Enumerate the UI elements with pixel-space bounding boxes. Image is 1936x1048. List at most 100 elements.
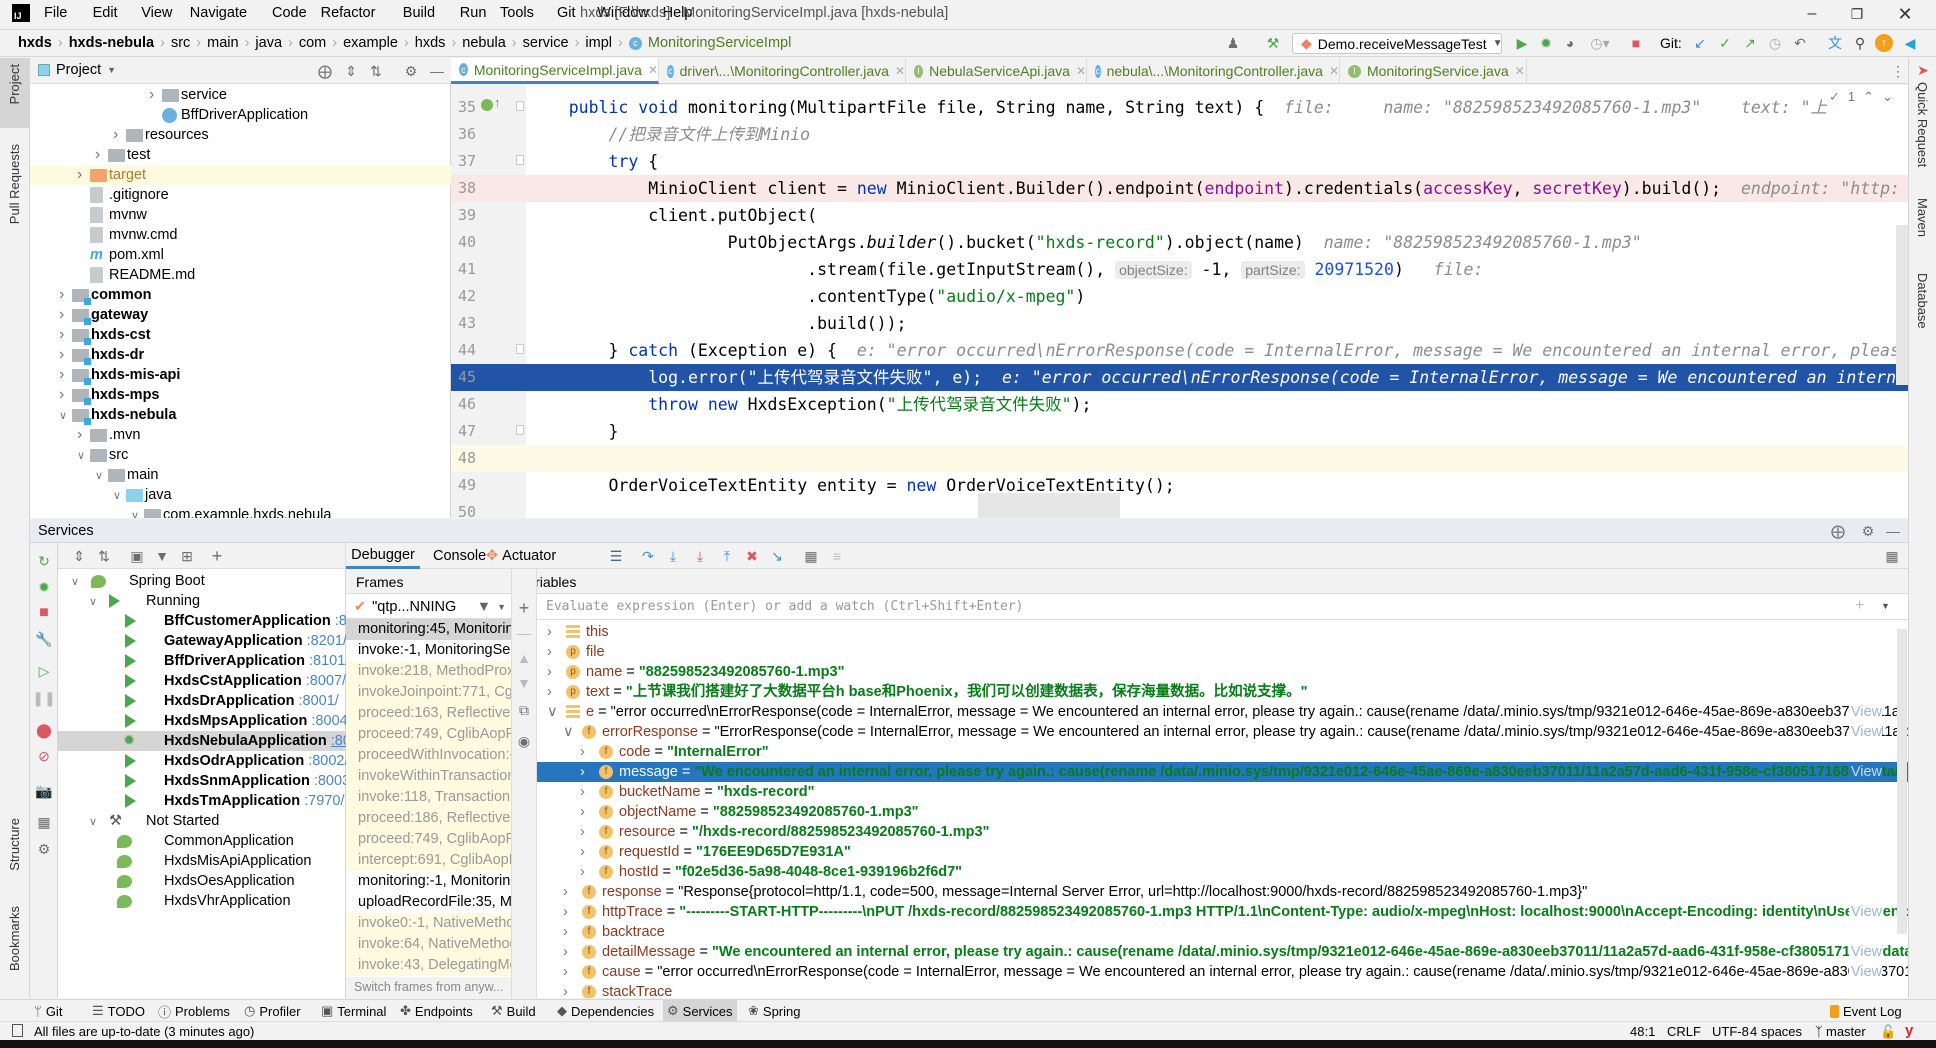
tool-window-todo[interactable]: ☰ TODO	[88, 1000, 149, 1022]
chevron-right-icon[interactable]: ›	[59, 346, 64, 364]
thread-select[interactable]: ✔ "qtp...NNING ▼ ▼	[346, 595, 511, 619]
stack-frame[interactable]: invoke:218, MethodProxy	[346, 661, 511, 682]
step-over-icon[interactable]: ↷	[638, 546, 658, 566]
rollback-icon[interactable]: ↶	[1790, 33, 1810, 53]
editor-tab[interactable]: c driver\...\MonitoringController.java ✕	[659, 58, 906, 84]
project-tree-item[interactable]: ∨ java	[30, 485, 451, 505]
filter-icon[interactable]: ▼	[153, 546, 171, 566]
next-highlight-icon[interactable]: ⌄	[1882, 89, 1893, 105]
chevron-right-icon[interactable]: ›	[580, 822, 585, 842]
close-tab-icon[interactable]: ✕	[895, 64, 905, 78]
new-tab-icon[interactable]: ⊞	[178, 546, 196, 566]
chevron-right-icon[interactable]: ›	[563, 962, 568, 982]
code-line[interactable]: 41 .stream(file.getInputStream(), object…	[451, 256, 1908, 283]
expand-all-icon[interactable]: ⇕	[70, 546, 88, 566]
chevron-down-icon[interactable]: ∨	[71, 575, 79, 588]
code-line[interactable]: 46 throw new HxdsException("上传代驾录音文件失败")…	[451, 391, 1908, 418]
chevron-right-icon[interactable]: ›	[59, 286, 64, 304]
line-number[interactable]: 47	[451, 418, 476, 445]
tab-console[interactable]: Console	[433, 543, 486, 569]
user-icon[interactable]: ♟	[1222, 33, 1244, 53]
trace-icon[interactable]: ≡	[827, 546, 847, 566]
chevron-down-icon[interactable]: ∨	[59, 409, 67, 422]
history-icon[interactable]: ◷	[1765, 33, 1785, 53]
menu-refactor[interactable]: Refactor	[321, 5, 376, 21]
maven-tool-button[interactable]: Maven	[1915, 198, 1930, 237]
project-tree-item[interactable]: README.md	[30, 265, 451, 285]
menu-build[interactable]: Build	[403, 5, 435, 21]
close-button[interactable]: ✕	[1893, 2, 1917, 26]
indent-setting[interactable]: 4 spaces	[1750, 1024, 1802, 1039]
breadcrumb-item[interactable]: service	[523, 35, 569, 51]
status-toggle-icon[interactable]	[12, 1024, 23, 1037]
stack-frame[interactable]: monitoring:45, Monitoring	[346, 619, 511, 640]
project-tree-item[interactable]: › test	[30, 145, 451, 165]
toolbox-icon[interactable]: ◀	[1900, 33, 1920, 53]
close-tab-icon[interactable]: ✕	[1329, 64, 1339, 78]
chevron-right-icon[interactable]: ›	[563, 902, 568, 922]
service-tree-item[interactable]: HxdsOdrApplication:8002/	[58, 751, 349, 771]
project-tree-item[interactable]: ∨ main	[30, 465, 451, 485]
chevron-down-icon[interactable]: ∨	[95, 469, 103, 482]
more-tabs-icon[interactable]: ⋮	[1891, 61, 1905, 81]
project-tree-item[interactable]: › resources	[30, 125, 451, 145]
run-to-cursor-icon[interactable]: ↘	[767, 546, 787, 566]
line-number[interactable]: 40	[451, 229, 476, 256]
service-tree-item[interactable]: ∨ ⚒ Not Started	[58, 811, 345, 831]
move-down-icon[interactable]: ▼	[515, 674, 533, 692]
rerun-icon[interactable]: ↻	[34, 551, 54, 571]
coverage-icon[interactable]: ◕	[1560, 33, 1580, 53]
line-number[interactable]: 46	[451, 391, 476, 418]
code-line[interactable]: 43 .build());	[451, 310, 1908, 337]
project-tree-item[interactable]: › service	[30, 85, 451, 105]
line-number[interactable]: 43	[451, 310, 476, 337]
variable-row[interactable]: › f response = "Response{protocol=http/1.1…	[537, 882, 1908, 902]
view-link[interactable]: View	[1848, 962, 1882, 982]
build-hammer-icon[interactable]: ⚒	[1262, 33, 1284, 53]
history-dropdown-icon[interactable]: ▼	[1881, 601, 1890, 611]
filter-icon[interactable]: ▼	[477, 599, 491, 615]
project-tree-item[interactable]: › common	[30, 285, 451, 305]
project-tree-item[interactable]: › .mvn	[30, 425, 451, 445]
menu-tools[interactable]: Tools	[500, 5, 534, 21]
service-tree-item[interactable]: HxdsVhrApplication	[58, 891, 345, 911]
resume-icon[interactable]: ▷	[34, 661, 54, 681]
breadcrumb-item[interactable]: java	[255, 35, 282, 51]
service-tree-item[interactable]: BffDriverApplication:8101/	[58, 651, 349, 671]
code-line[interactable]: 40 PutObjectArgs.builder().bucket("hxds-…	[451, 229, 1908, 256]
chevron-down-icon[interactable]: ∨	[563, 722, 574, 742]
expand-all-icon[interactable]: ⇕	[342, 61, 360, 81]
breadcrumb-item[interactable]: impl	[585, 35, 612, 51]
stack-frame[interactable]: invoke:43, DelegatingMeth	[346, 955, 511, 976]
line-number[interactable]: 39	[451, 202, 476, 229]
layout-icon[interactable]: ▦	[34, 812, 54, 832]
view-link[interactable]: View	[1848, 762, 1882, 782]
stack-frame[interactable]: uploadRecordFile:35, Moni	[346, 892, 511, 913]
line-number[interactable]: 48	[451, 445, 476, 472]
structure-tool-button[interactable]: Structure	[7, 818, 22, 871]
breadcrumb-item[interactable]: com	[299, 35, 326, 51]
code-line[interactable]: 37 try {	[451, 148, 1908, 175]
code-line[interactable]: 39 client.putObject(	[451, 202, 1908, 229]
variable-row[interactable]: › f detailMessage = "We encountered an int…	[537, 942, 1908, 962]
debug-icon[interactable]: ✹	[34, 577, 54, 597]
chevron-right-icon[interactable]: ›	[563, 982, 568, 998]
chevron-down-icon[interactable]: ∨	[547, 702, 558, 722]
file-encoding[interactable]: UTF-8	[1712, 1024, 1749, 1039]
chevron-right-icon[interactable]: ›	[59, 386, 64, 404]
code-line[interactable]: 42 .contentType("audio/x-mpeg")	[451, 283, 1908, 310]
service-tree-item[interactable]: GatewayApplication:8201/	[58, 631, 347, 651]
line-number[interactable]: 45	[451, 364, 476, 391]
project-tree-item[interactable]: mvnw.cmd	[30, 225, 451, 245]
editor-tab[interactable]: c nebula\...\MonitoringController.java ✕	[1087, 58, 1340, 84]
chevron-right-icon[interactable]: ›	[149, 86, 154, 104]
code-editor[interactable]: ↑ 35 public void monitoring(MultipartFil…	[451, 85, 1908, 518]
project-tree-item[interactable]: › hxds-dr	[30, 345, 451, 365]
view-link[interactable]: View	[1848, 702, 1882, 722]
tool-window-dependencies[interactable]: ◆ Dependencies	[553, 1000, 658, 1022]
caret-position[interactable]: 48:1	[1630, 1024, 1655, 1039]
force-step-into-icon[interactable]: ⤓	[690, 546, 710, 566]
stack-frame[interactable]: monitoring:-1, Monitoring	[346, 871, 511, 892]
close-tab-icon[interactable]: ✕	[648, 63, 658, 77]
event-log-button[interactable]: Event Log	[1826, 1000, 1906, 1022]
